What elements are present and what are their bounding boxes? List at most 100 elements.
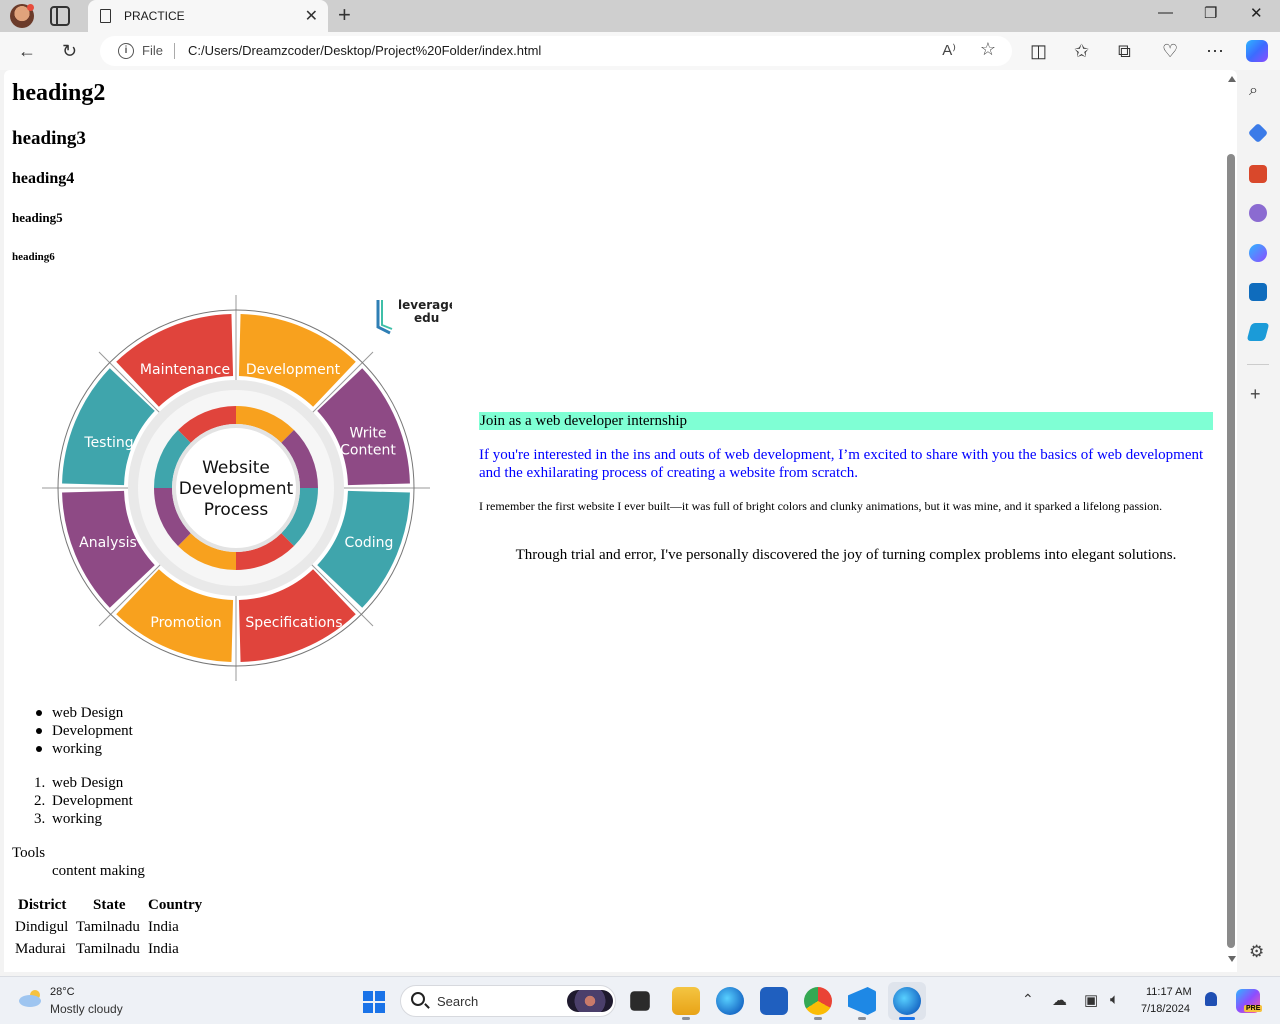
scroll-down-arrow-icon[interactable] <box>1228 956 1236 962</box>
sidebar-settings-icon[interactable]: ⚙ <box>1249 942 1264 962</box>
profile-notification-dot <box>27 4 34 11</box>
segment-label: Maintenance <box>140 362 230 378</box>
file-scheme-label: File <box>142 43 163 58</box>
page-icon <box>100 9 111 23</box>
segment-label: Coding <box>345 535 394 551</box>
browser-essentials-icon[interactable]: ♡ <box>1162 40 1178 62</box>
clock-date[interactable]: 7/18/2024 <box>1141 1003 1190 1015</box>
vscode-icon[interactable] <box>848 987 876 1015</box>
page-viewport: heading2 heading3 heading4 heading5 head… <box>4 70 1237 972</box>
volume-icon[interactable]: 🔈︎ <box>1110 991 1119 1008</box>
close-window-icon[interactable]: ✕ <box>1250 4 1263 22</box>
weather-description[interactable]: Mostly cloudy <box>50 1002 123 1016</box>
table-cell: Madurai <box>15 941 66 957</box>
ordered-list: 1. web Design 2. Development 3. working <box>34 774 133 828</box>
browser-toolbar: ← ↻ i File C:/Users/Dreamzcoder/Desktop/… <box>0 32 1280 70</box>
file-explorer-icon[interactable] <box>672 987 700 1015</box>
heading-6: heading6 <box>12 251 55 263</box>
copilot-sidebar-icon[interactable] <box>1249 244 1267 262</box>
brand-leverage: leverage <box>398 298 452 312</box>
url-text[interactable]: C:/Users/Dreamzcoder/Desktop/Project%20F… <box>188 43 541 58</box>
running-indicator <box>814 1017 822 1020</box>
edge-sidebar: ⌕ + ⚙ <box>1237 70 1280 972</box>
close-tab-icon[interactable]: ✕ <box>305 6 318 26</box>
refresh-icon[interactable]: ↻ <box>62 40 77 62</box>
website-development-process-image: Website Development Process DevelopmentW… <box>42 295 452 681</box>
list-item: 2. Development <box>34 793 133 809</box>
address-bar[interactable]: i File C:/Users/Dreamzcoder/Desktop/Proj… <box>100 36 1012 66</box>
favorite-star-icon[interactable]: ☆ <box>980 39 996 60</box>
telegram-icon[interactable] <box>1246 323 1270 341</box>
add-sidebar-item-icon[interactable]: + <box>1250 384 1261 405</box>
scroll-thumb[interactable] <box>1227 154 1235 948</box>
read-aloud-icon[interactable]: A⁾ <box>942 41 956 59</box>
pre-badge: PRE <box>1244 1005 1263 1012</box>
collections-icon[interactable]: ⧉ <box>1118 40 1131 62</box>
onedrive-icon[interactable]: ☁ <box>1052 991 1067 1009</box>
minimize-icon[interactable]: — <box>1158 4 1173 21</box>
table-cell: Tamilnadu <box>76 941 140 957</box>
segment-label: Analysis <box>79 535 137 551</box>
edge-icon[interactable] <box>716 987 744 1015</box>
segment-label: Promotion <box>150 615 221 631</box>
chrome-icon[interactable] <box>804 987 832 1015</box>
heading-2: heading2 <box>12 80 106 106</box>
sidebar-search-icon[interactable]: ⌕ <box>1249 82 1258 100</box>
running-indicator <box>858 1017 866 1020</box>
description-detail: content making <box>52 863 145 879</box>
weather-temperature[interactable]: 28°C <box>50 986 75 998</box>
active-indicator <box>899 1017 915 1020</box>
page-scrollbar[interactable] <box>1225 70 1237 972</box>
intro-paragraph: If you're interested in the ins and outs… <box>479 447 1204 481</box>
tools-briefcase-icon[interactable] <box>1249 165 1267 183</box>
table-header-district: District <box>18 897 67 913</box>
notification-bell-icon[interactable] <box>1205 992 1217 1006</box>
memory-paragraph: I remember the first website I ever buil… <box>479 499 1163 513</box>
network-icon[interactable]: ▣ <box>1084 991 1098 1009</box>
segment-label: Specifications <box>245 615 342 631</box>
split-screen-icon[interactable]: ◫ <box>1030 40 1047 62</box>
heading-5: heading5 <box>12 210 63 225</box>
heading-4: heading4 <box>12 170 75 187</box>
copilot-icon[interactable] <box>1246 40 1268 62</box>
search-icon <box>411 992 425 1006</box>
list-item: 3. working <box>34 811 102 827</box>
center-label-line-2: Development <box>179 479 294 499</box>
search-label: Search <box>437 994 479 1009</box>
segment-label: Testing <box>83 435 133 451</box>
microsoft-store-icon[interactable] <box>760 987 788 1015</box>
back-icon[interactable]: ← <box>18 40 36 62</box>
center-label-line-3: Process <box>204 500 269 520</box>
tab-actions-icon[interactable] <box>50 6 70 26</box>
restore-icon[interactable]: ❐ <box>1204 4 1217 22</box>
list-item: working <box>36 740 133 758</box>
games-icon[interactable] <box>1249 204 1267 222</box>
bullet-icon <box>36 728 42 734</box>
table-cell: Dindigul <box>15 919 69 935</box>
tab-title: PRACTICE <box>124 9 185 23</box>
favorites-icon[interactable]: ✩ <box>1074 40 1089 62</box>
taskbar-search-box[interactable]: Search <box>400 985 616 1017</box>
running-indicator <box>682 1017 690 1020</box>
clock-time[interactable]: 11:17 AM <box>1146 986 1192 998</box>
table-header-country: Country <box>148 897 203 913</box>
more-options-icon[interactable]: ⋯ <box>1206 40 1224 62</box>
description-term: Tools <box>12 845 46 861</box>
start-windows-icon[interactable] <box>363 991 385 1013</box>
unordered-list: web Design Development working <box>36 704 133 758</box>
tab-bar: PRACTICE ✕ + — ❐ ✕ <box>0 0 1280 32</box>
edge-active-icon[interactable] <box>893 987 921 1015</box>
table-cell: India <box>148 919 179 935</box>
shopping-tag-icon[interactable] <box>1247 122 1269 144</box>
new-tab-icon[interactable]: + <box>338 2 351 28</box>
show-hidden-icons-chevron-icon[interactable]: ⌃ <box>1022 991 1034 1008</box>
task-view-icon[interactable] <box>630 991 650 1011</box>
tab-practice[interactable]: PRACTICE ✕ <box>88 0 328 32</box>
windows-taskbar: 28°C Mostly cloudy Search ⌃ ☁ ▣ 🔈︎ 11:17… <box>0 976 1280 1024</box>
cloud-weather-icon[interactable] <box>18 989 44 1007</box>
outlook-icon[interactable] <box>1249 283 1267 301</box>
scroll-up-arrow-icon[interactable] <box>1228 76 1236 82</box>
center-label-line-1: Website <box>202 458 270 478</box>
info-icon[interactable]: i <box>118 43 134 59</box>
table-cell: Tamilnadu <box>76 919 140 935</box>
